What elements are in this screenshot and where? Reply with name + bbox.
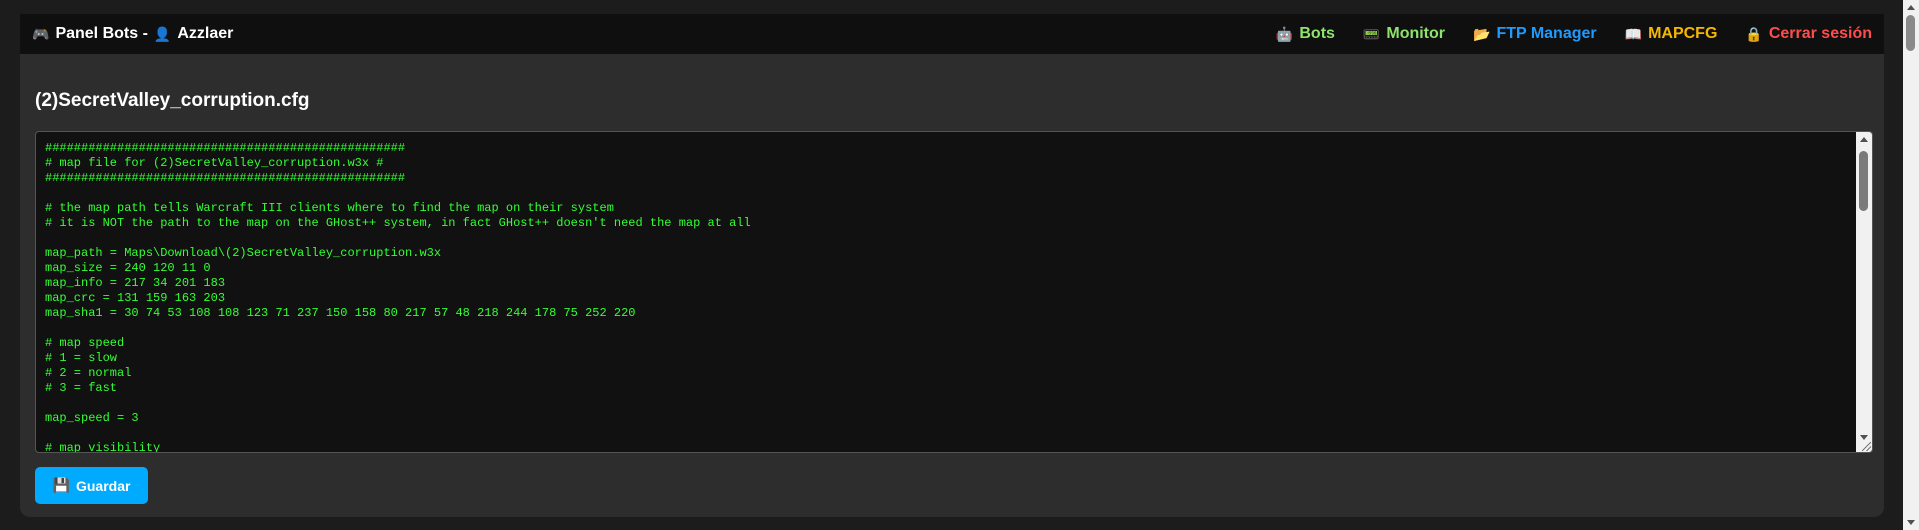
page: 🎮 Panel Bots - 👤 Azzlaer 🤖 Bots 📟 Monito… bbox=[0, 0, 1903, 530]
top-navbar: 🎮 Panel Bots - 👤 Azzlaer 🤖 Bots 📟 Monito… bbox=[20, 14, 1884, 54]
save-button[interactable]: 💾 Guardar bbox=[35, 467, 148, 504]
nav-links: 🤖 Bots 📟 Monitor 📂 FTP Manager 📖 MAPCFG … bbox=[1276, 25, 1872, 43]
editor-card: (2)SecretValley_corruption.cfg #########… bbox=[20, 54, 1884, 517]
user-icon: 👤 bbox=[153, 25, 172, 42]
nav-link-monitor[interactable]: 📟 Monitor bbox=[1363, 25, 1445, 43]
config-textarea[interactable]: ########################################… bbox=[35, 131, 1873, 453]
nav-link-logout-label: Cerrar sesión bbox=[1768, 25, 1872, 42]
nav-link-logout[interactable]: 🔒 Cerrar sesión bbox=[1745, 25, 1872, 43]
brand-title: Panel Bots - bbox=[55, 25, 148, 42]
nav-link-bots[interactable]: 🤖 Bots bbox=[1276, 25, 1335, 43]
nav-link-mapcfg[interactable]: 📖 MAPCFG bbox=[1625, 25, 1718, 43]
page-scroll-up-icon[interactable] bbox=[1907, 5, 1915, 10]
nav-link-ftp-manager[interactable]: 📂 FTP Manager bbox=[1473, 25, 1597, 43]
scroll-up-icon[interactable] bbox=[1860, 137, 1868, 142]
scroll-down-icon[interactable] bbox=[1860, 435, 1868, 440]
page-scrollbar[interactable] bbox=[1903, 0, 1919, 530]
nav-link-bots-label: Bots bbox=[1299, 25, 1335, 42]
book-icon: 📖 bbox=[1624, 25, 1643, 42]
nav-link-mapcfg-label: MAPCFG bbox=[1648, 25, 1718, 42]
brand: 🎮 Panel Bots - 👤 Azzlaer bbox=[32, 25, 233, 43]
gamepad-icon: 🎮 bbox=[32, 25, 50, 42]
nav-link-monitor-label: Monitor bbox=[1386, 25, 1446, 42]
folder-icon: 📂 bbox=[1473, 25, 1491, 42]
user-name: Azzlaer bbox=[177, 25, 234, 42]
config-content[interactable]: ########################################… bbox=[45, 141, 1854, 452]
page-scroll-thumb[interactable] bbox=[1906, 15, 1915, 51]
nav-link-ftp-manager-label: FTP Manager bbox=[1496, 25, 1597, 42]
page-scroll-down-icon[interactable] bbox=[1907, 520, 1915, 525]
floppy-disk-icon: 💾 bbox=[52, 477, 70, 493]
robot-icon: 🤖 bbox=[1275, 25, 1294, 42]
textarea-scrollbar[interactable] bbox=[1856, 132, 1872, 452]
save-button-label: Guardar bbox=[75, 477, 131, 494]
lock-icon: 🔒 bbox=[1745, 25, 1763, 42]
file-title: (2)SecretValley_corruption.cfg bbox=[35, 90, 310, 111]
scroll-thumb[interactable] bbox=[1859, 151, 1868, 211]
resize-grip-icon[interactable] bbox=[1862, 442, 1871, 451]
pager-icon: 📟 bbox=[1362, 25, 1381, 42]
